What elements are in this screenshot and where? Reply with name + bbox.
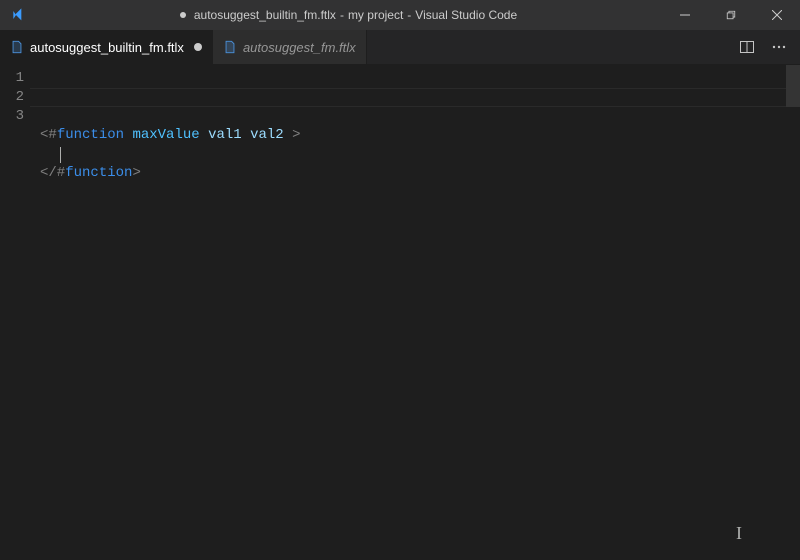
tab-0[interactable]: autosuggest_builtin_fm.ftlx <box>0 30 213 64</box>
title-bar: autosuggest_builtin_fm.ftlx - my project… <box>0 0 800 30</box>
tab-label: autosuggest_builtin_fm.ftlx <box>30 40 184 55</box>
tab-dirty-icon <box>194 43 202 51</box>
title-filename: autosuggest_builtin_fm.ftlx <box>194 8 336 22</box>
line-number: 3 <box>0 107 30 126</box>
more-actions-icon[interactable] <box>768 36 790 58</box>
editor-actions <box>726 30 800 64</box>
window-title: autosuggest_builtin_fm.ftlx - my project… <box>35 8 662 22</box>
current-line-highlight <box>30 88 786 107</box>
code-content[interactable]: <#function maxValue val1 val2 > </#functi… <box>30 65 786 560</box>
title-app: Visual Studio Code <box>415 8 517 22</box>
code-line[interactable]: <#function maxValue val1 val2 > <box>40 126 786 145</box>
split-editor-icon[interactable] <box>736 36 758 58</box>
tab-label: autosuggest_fm.ftlx <box>243 40 356 55</box>
maximize-button[interactable] <box>708 0 754 30</box>
text-caret <box>60 147 61 163</box>
line-number: 2 <box>0 88 30 107</box>
code-line[interactable]: </#function> <box>40 164 786 183</box>
window-controls <box>662 0 800 30</box>
dirty-indicator-icon <box>180 12 186 18</box>
text-cursor-icon: I <box>736 523 742 544</box>
vscode-logo-icon <box>0 0 35 30</box>
scrollbar-thumb[interactable] <box>786 65 800 107</box>
tab-1[interactable]: autosuggest_fm.ftlx <box>213 30 367 64</box>
tab-bar: autosuggest_builtin_fm.ftlx autosuggest_f… <box>0 30 800 65</box>
line-number-gutter: 123 <box>0 65 30 560</box>
title-project: my project <box>348 8 403 22</box>
file-icon <box>223 40 237 54</box>
line-number: 1 <box>0 69 30 88</box>
vertical-scrollbar[interactable] <box>786 65 800 560</box>
code-line[interactable] <box>40 145 786 164</box>
file-icon <box>10 40 24 54</box>
minimize-button[interactable] <box>662 0 708 30</box>
editor-area[interactable]: 123 <#function maxValue val1 val2 > </#fu… <box>0 65 800 560</box>
close-button[interactable] <box>754 0 800 30</box>
